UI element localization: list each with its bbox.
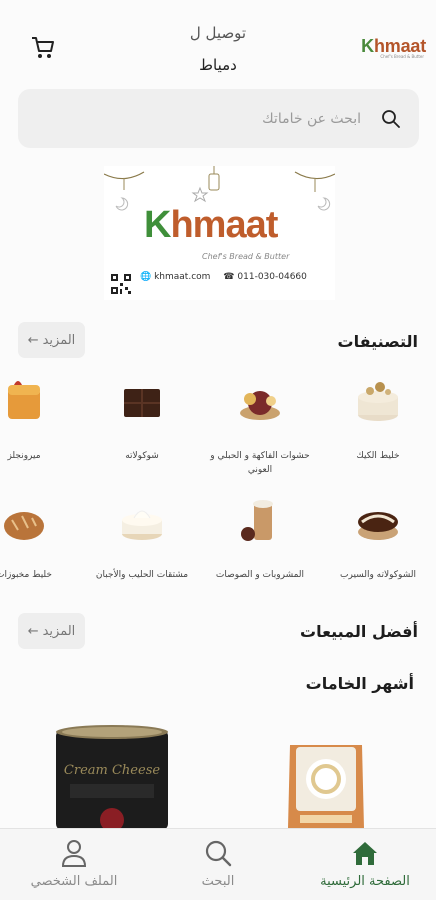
category-label: الشوكولاته والسيرب xyxy=(340,570,416,580)
logo-text: hmaat xyxy=(373,36,426,56)
product-label: Cream Cheese xyxy=(64,763,160,778)
nav-search[interactable]: البحث xyxy=(158,829,278,900)
home-icon xyxy=(353,842,377,865)
nav-search-label: البحث xyxy=(201,874,235,889)
app-logo: Khmaat Chef's Bread & Butter xyxy=(352,36,426,60)
banner-phone: 011-030-04660 xyxy=(237,272,307,282)
drinks-icon xyxy=(241,500,273,541)
categories-more-button[interactable]: ← المزيد xyxy=(18,322,85,358)
cream-cheese-can-icon: Cream Cheese xyxy=(56,725,168,832)
banner-website: khmaat.com xyxy=(154,272,211,282)
promo-banner[interactable]: Khmaat Chef's Bread & Butter 🌐 khmaat.co… xyxy=(104,166,335,300)
category-label: شوكولاته xyxy=(125,451,159,461)
category-label: خليط الكيك xyxy=(356,451,400,461)
app-header: توصيل ل دمياط Khmaat Chef's Bread & Butt… xyxy=(0,0,436,86)
product-card[interactable] xyxy=(286,741,366,828)
banner-logo: Khmaat xyxy=(144,204,278,246)
category-label: المشروبات و الصوصات xyxy=(215,570,305,580)
phone-icon: ☎ xyxy=(223,272,235,282)
best-sellers-title: أفضل المبيعات xyxy=(300,622,418,641)
product-card[interactable]: Cream Cheese xyxy=(54,724,170,832)
bread-icon xyxy=(4,512,44,540)
qr-code-icon xyxy=(110,273,132,295)
nav-profile-label: الملف الشخصي xyxy=(30,874,118,889)
logo-subtitle: Chef's Bread & Butter xyxy=(380,54,424,59)
banner-contact: 🌐 khmaat.com ☎ 011-030-04660 xyxy=(140,272,307,282)
cake-mix-icon xyxy=(358,382,398,421)
nav-profile[interactable]: الملف الشخصي xyxy=(14,829,134,900)
category-label: خليط مخبوزات xyxy=(0,570,52,580)
chocolate-icon xyxy=(124,389,160,417)
logo-k: K xyxy=(361,36,374,56)
arrow-left-icon: ← xyxy=(27,623,39,639)
nav-home-label: الصفحة الرئيسية xyxy=(320,874,410,889)
category-label: حشوات الفاكهة و الحبلي و العوني xyxy=(210,451,310,475)
flour-bag-icon xyxy=(288,745,364,828)
popular-materials-title: أشهر الخامات xyxy=(305,674,414,693)
nav-home[interactable]: الصفحة الرئيسية xyxy=(305,829,425,900)
search-bar[interactable] xyxy=(18,89,419,148)
category-label: ميرونجلز xyxy=(7,451,41,461)
dairy-icon xyxy=(122,510,162,540)
search-icon xyxy=(205,840,232,867)
globe-icon: 🌐 xyxy=(140,272,152,282)
mirror-glaze-icon xyxy=(8,381,40,419)
search-icon xyxy=(382,110,400,128)
search-input[interactable] xyxy=(61,89,361,148)
chocolate-syrup-icon xyxy=(358,512,398,540)
fruit-filling-icon xyxy=(240,391,280,420)
banner-tagline: Chef's Bread & Butter xyxy=(202,252,290,261)
cart-icon[interactable] xyxy=(30,35,56,61)
arrow-left-icon: ← xyxy=(27,332,39,348)
delivery-label: توصيل ل xyxy=(189,24,247,42)
delivery-city[interactable]: دمياط xyxy=(150,56,286,74)
best-sellers-more-button[interactable]: ← المزيد xyxy=(18,613,85,649)
categories-title: التصنيفات xyxy=(337,332,418,351)
bottom-navigation: الصفحة الرئيسية البحث الملف الشخصي xyxy=(0,828,436,900)
user-icon xyxy=(61,840,87,867)
category-label: مشتقات الحليب والأجبان xyxy=(95,570,189,580)
